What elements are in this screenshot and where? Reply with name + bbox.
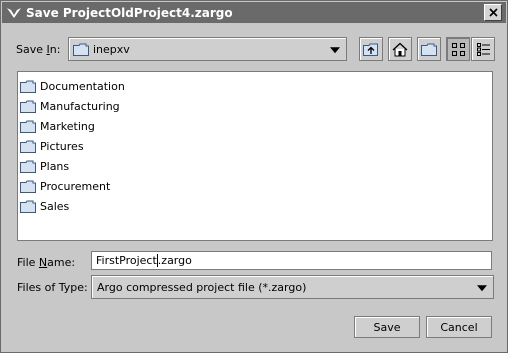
up-one-level-button[interactable]	[359, 37, 383, 61]
list-item[interactable]: Pictures	[20, 137, 84, 155]
folder-icon	[20, 160, 36, 173]
save-in-value: inepxv	[93, 42, 130, 56]
save-button[interactable]: Save	[354, 316, 420, 338]
list-item[interactable]: Plans	[20, 157, 69, 175]
list-item[interactable]: Manufacturing	[20, 97, 120, 115]
home-button[interactable]	[388, 37, 412, 61]
up-folder-icon	[363, 43, 378, 56]
folder-icon	[20, 120, 36, 133]
file-type-dropdown[interactable]: Argo compressed project file (*.zargo)	[91, 275, 494, 299]
list-view-icon	[451, 42, 465, 56]
save-dialog: Save ProjectOldProject4.zargo Save In: i…	[0, 0, 508, 353]
save-in-dropdown[interactable]: inepxv	[68, 37, 347, 61]
list-item-label: Pictures	[40, 139, 84, 153]
file-name-value-before-caret: FirstProject	[96, 254, 157, 267]
details-view-icon	[476, 42, 490, 56]
chevron-down-icon	[330, 47, 340, 54]
window-title: Save ProjectOldProject4.zargo	[26, 5, 233, 20]
argo-logo-icon	[7, 7, 21, 18]
new-folder-button[interactable]	[417, 37, 441, 61]
new-folder-icon	[421, 43, 437, 56]
list-item[interactable]: Documentation	[20, 77, 125, 95]
file-name-value-after-caret: .zargo	[157, 254, 192, 267]
list-item[interactable]: Sales	[20, 197, 69, 215]
file-type-value: Argo compressed project file (*.zargo)	[97, 280, 307, 294]
folder-icon	[20, 200, 36, 213]
list-item-label: Plans	[40, 159, 70, 173]
file-name-input[interactable]: FirstProject .zargo	[91, 251, 492, 270]
folder-icon	[20, 80, 36, 93]
folder-icon	[20, 140, 36, 153]
list-item[interactable]: Marketing	[20, 117, 95, 135]
list-item-label: Manufacturing	[40, 99, 120, 113]
title-bar[interactable]: Save ProjectOldProject4.zargo	[2, 2, 506, 23]
cancel-button[interactable]: Cancel	[426, 316, 492, 338]
list-item-label: Documentation	[40, 79, 125, 93]
list-item-label: Sales	[40, 199, 70, 213]
file-name-label: File Name:	[17, 256, 76, 269]
chevron-down-icon	[477, 285, 487, 292]
file-list[interactable]: Documentation Manufacturing Marketing Pi…	[17, 71, 493, 241]
file-type-label: Files of Type:	[17, 281, 88, 294]
folder-icon	[20, 100, 36, 113]
details-view-button[interactable]	[471, 37, 495, 61]
close-button[interactable]	[484, 4, 502, 21]
list-item[interactable]: Procurement	[20, 177, 110, 195]
close-icon	[488, 8, 498, 17]
list-item-label: Marketing	[40, 119, 95, 133]
save-in-label: Save In:	[16, 43, 61, 56]
list-view-button[interactable]	[446, 37, 470, 61]
list-item-label: Procurement	[40, 179, 111, 193]
home-icon	[392, 42, 408, 56]
folder-icon	[20, 180, 36, 193]
folder-icon	[73, 43, 89, 56]
